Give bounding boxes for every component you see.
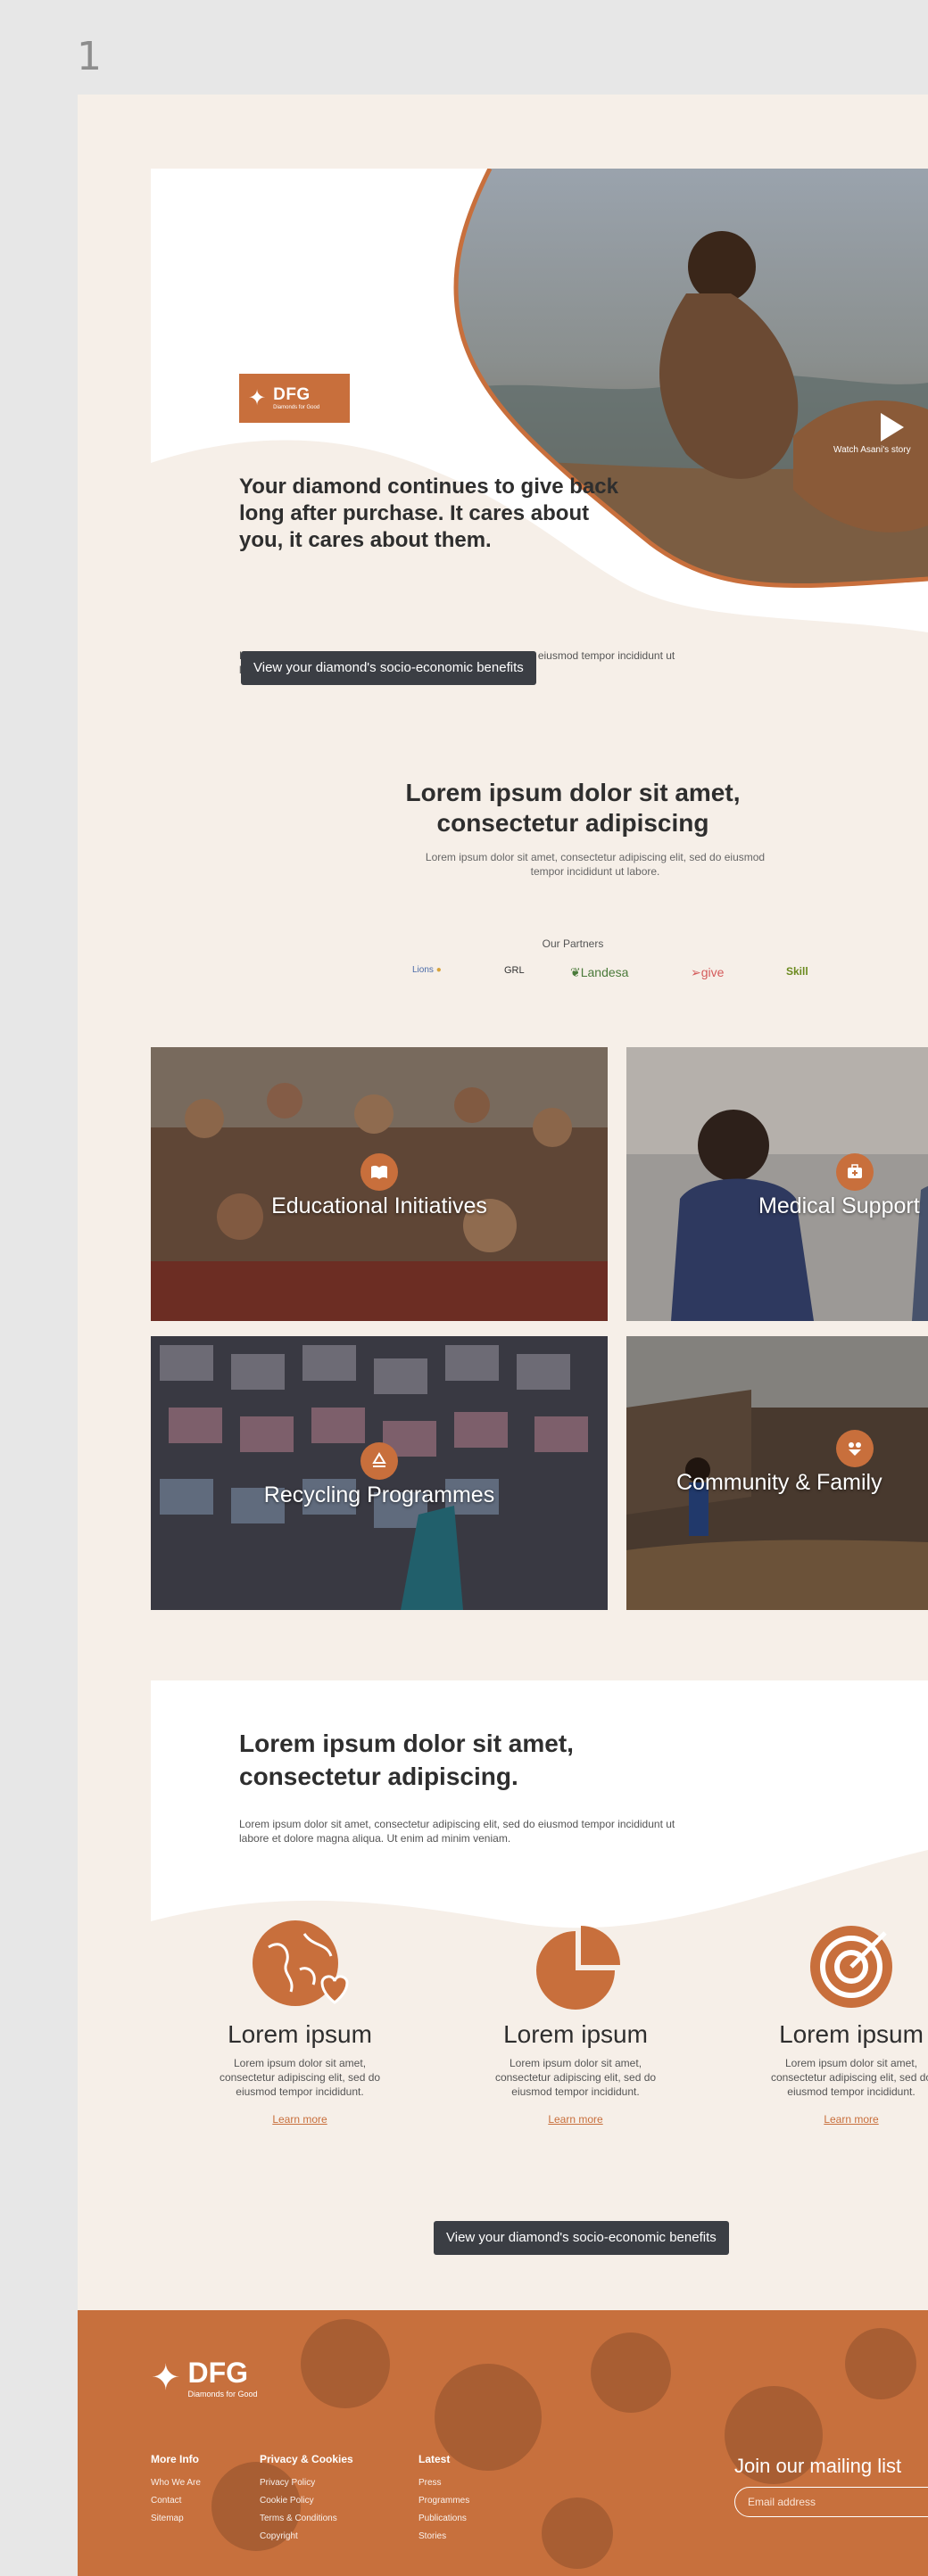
leaf-icon: ❦ [570, 965, 581, 979]
footer-link[interactable]: Cookie Policy [260, 2492, 353, 2510]
pie-chart-icon [464, 1920, 687, 2013]
partner-logo-skill[interactable]: Skill [786, 965, 808, 978]
footer-column-heading: More Info [151, 2453, 199, 2465]
artboard-number: 1 [77, 34, 102, 79]
tile-label: Educational Initiatives [271, 1193, 487, 1218]
footer-link[interactable]: Sitemap [151, 2510, 201, 2528]
medical-kit-icon [836, 1153, 874, 1191]
feature-text: Lorem ipsum dolor sit amet, consectetur … [219, 2057, 381, 2098]
tile-label: Community & Family [676, 1470, 882, 1495]
intro-text: Lorem ipsum dolor sit amet, consectetur … [425, 851, 766, 878]
feature-title: Lorem ipsum [779, 2020, 924, 2048]
learn-more-link[interactable]: Learn more [188, 2113, 411, 2126]
dfg-badge-logo: ✦ DFG Diamonds for Good [239, 374, 350, 423]
partner-logo-lions[interactable]: Lions ● [412, 965, 442, 975]
partners-label: Our Partners [542, 937, 604, 950]
footer-column-more-info: More Info Who We Are Contact Sitemap [151, 2453, 201, 2528]
feature-text: Lorem ipsum dolor sit amet, consectetur … [494, 2057, 657, 2098]
partner-logo-grl[interactable]: GRL [504, 965, 525, 976]
recycle-icon [360, 1442, 398, 1480]
learn-more-link[interactable]: Learn more [740, 2113, 928, 2126]
heart-community-icon [836, 1430, 874, 1467]
learn-more-link[interactable]: Learn more [464, 2113, 687, 2126]
footer-link[interactable]: Stories [418, 2528, 469, 2546]
footer-logo[interactable]: ✦ DFG Diamonds for Good [151, 2357, 258, 2398]
partner-logo-landesa[interactable]: ❦Landesa [570, 965, 628, 980]
footer-link[interactable]: Who We Are [151, 2474, 201, 2492]
footer-link[interactable]: Terms & Conditions [260, 2510, 353, 2528]
footer-column-heading: Privacy & Cookies [260, 2453, 353, 2465]
tile-medical-support[interactable]: Medical Support [626, 1047, 928, 1321]
footer-link[interactable]: Contact [151, 2492, 201, 2510]
footer-link[interactable]: Programmes [418, 2492, 469, 2510]
footer-link[interactable]: Publications [418, 2510, 469, 2528]
footer-column-heading: Latest [418, 2453, 451, 2465]
tile-community-family[interactable]: Community & Family [626, 1336, 928, 1610]
footer-column-latest: Latest Press Programmes Publications Sto… [418, 2453, 469, 2546]
arrow-mark-icon: ➢ [691, 965, 701, 979]
feature-card: Lorem ipsum Lorem ipsum dolor sit amet, … [188, 1920, 411, 2126]
badge-tagline: Diamonds for Good [273, 405, 320, 410]
tile-educational-initiatives[interactable]: Educational Initiatives [151, 1047, 608, 1321]
footer-texture [211, 2319, 916, 2569]
footer-link[interactable]: Copyright [260, 2528, 353, 2546]
watch-story-link[interactable]: Watch Asani's story [833, 445, 911, 455]
benefits-title: Lorem ipsum dolor sit amet, consectetur … [239, 1730, 574, 1790]
feature-title: Lorem ipsum [503, 2020, 648, 2048]
benefits-text: Lorem ipsum dolor sit amet, consectetur … [239, 1818, 675, 1845]
target-icon [740, 1920, 928, 2013]
footer-link[interactable]: Privacy Policy [260, 2474, 353, 2492]
footer-link[interactable]: Press [418, 2474, 469, 2492]
page: ✦ DFG Diamonds for Good Your diamond con… [78, 95, 928, 2576]
feature-card: Lorem ipsum Lorem ipsum dolor sit amet, … [464, 1920, 687, 2126]
view-benefits-button[interactable]: View your diamond's socio-economic benef… [241, 651, 536, 685]
footer-brand-tagline: Diamonds for Good [187, 2390, 258, 2398]
tile-label: Medical Support [758, 1193, 920, 1218]
tile-recycling-programmes[interactable]: Recycling Programmes [151, 1336, 608, 1610]
hero-title: Your diamond continues to give back long… [239, 475, 618, 552]
footer: ✦ DFG Diamonds for Good More Info Who We… [78, 2310, 928, 2576]
book-icon [360, 1153, 398, 1191]
intro-title: Lorem ipsum dolor sit amet, consectetur … [405, 779, 741, 837]
benefits-section: Lorem ipsum dolor sit amet, consectetur … [151, 1680, 928, 2144]
dfg-logo-icon: ✦ [248, 385, 267, 410]
hero-section: ✦ DFG Diamonds for Good Your diamond con… [151, 169, 928, 725]
footer-brand: DFG [187, 2357, 249, 2389]
lions-emblem-icon: ● [435, 965, 442, 975]
partner-logo-give[interactable]: ➢give [691, 965, 724, 980]
hero-image [151, 169, 928, 725]
mailing-list-title: Join our mailing list [734, 2455, 902, 2477]
view-benefits-button-secondary[interactable]: View your diamond's socio-economic benef… [434, 2221, 729, 2255]
feature-text: Lorem ipsum dolor sit amet, consectetur … [770, 2057, 928, 2098]
play-icon[interactable] [874, 409, 909, 445]
feature-card: Lorem ipsum Lorem ipsum dolor sit amet, … [740, 1920, 928, 2126]
footer-column-privacy: Privacy & Cookies Privacy Policy Cookie … [260, 2453, 353, 2546]
feature-title: Lorem ipsum [228, 2020, 372, 2048]
badge-brand: DFG [273, 385, 311, 404]
tile-label: Recycling Programmes [263, 1482, 495, 1507]
email-field[interactable] [734, 2487, 928, 2517]
dfg-logo-icon: ✦ [151, 2357, 181, 2398]
globe-heart-icon [188, 1920, 411, 2013]
